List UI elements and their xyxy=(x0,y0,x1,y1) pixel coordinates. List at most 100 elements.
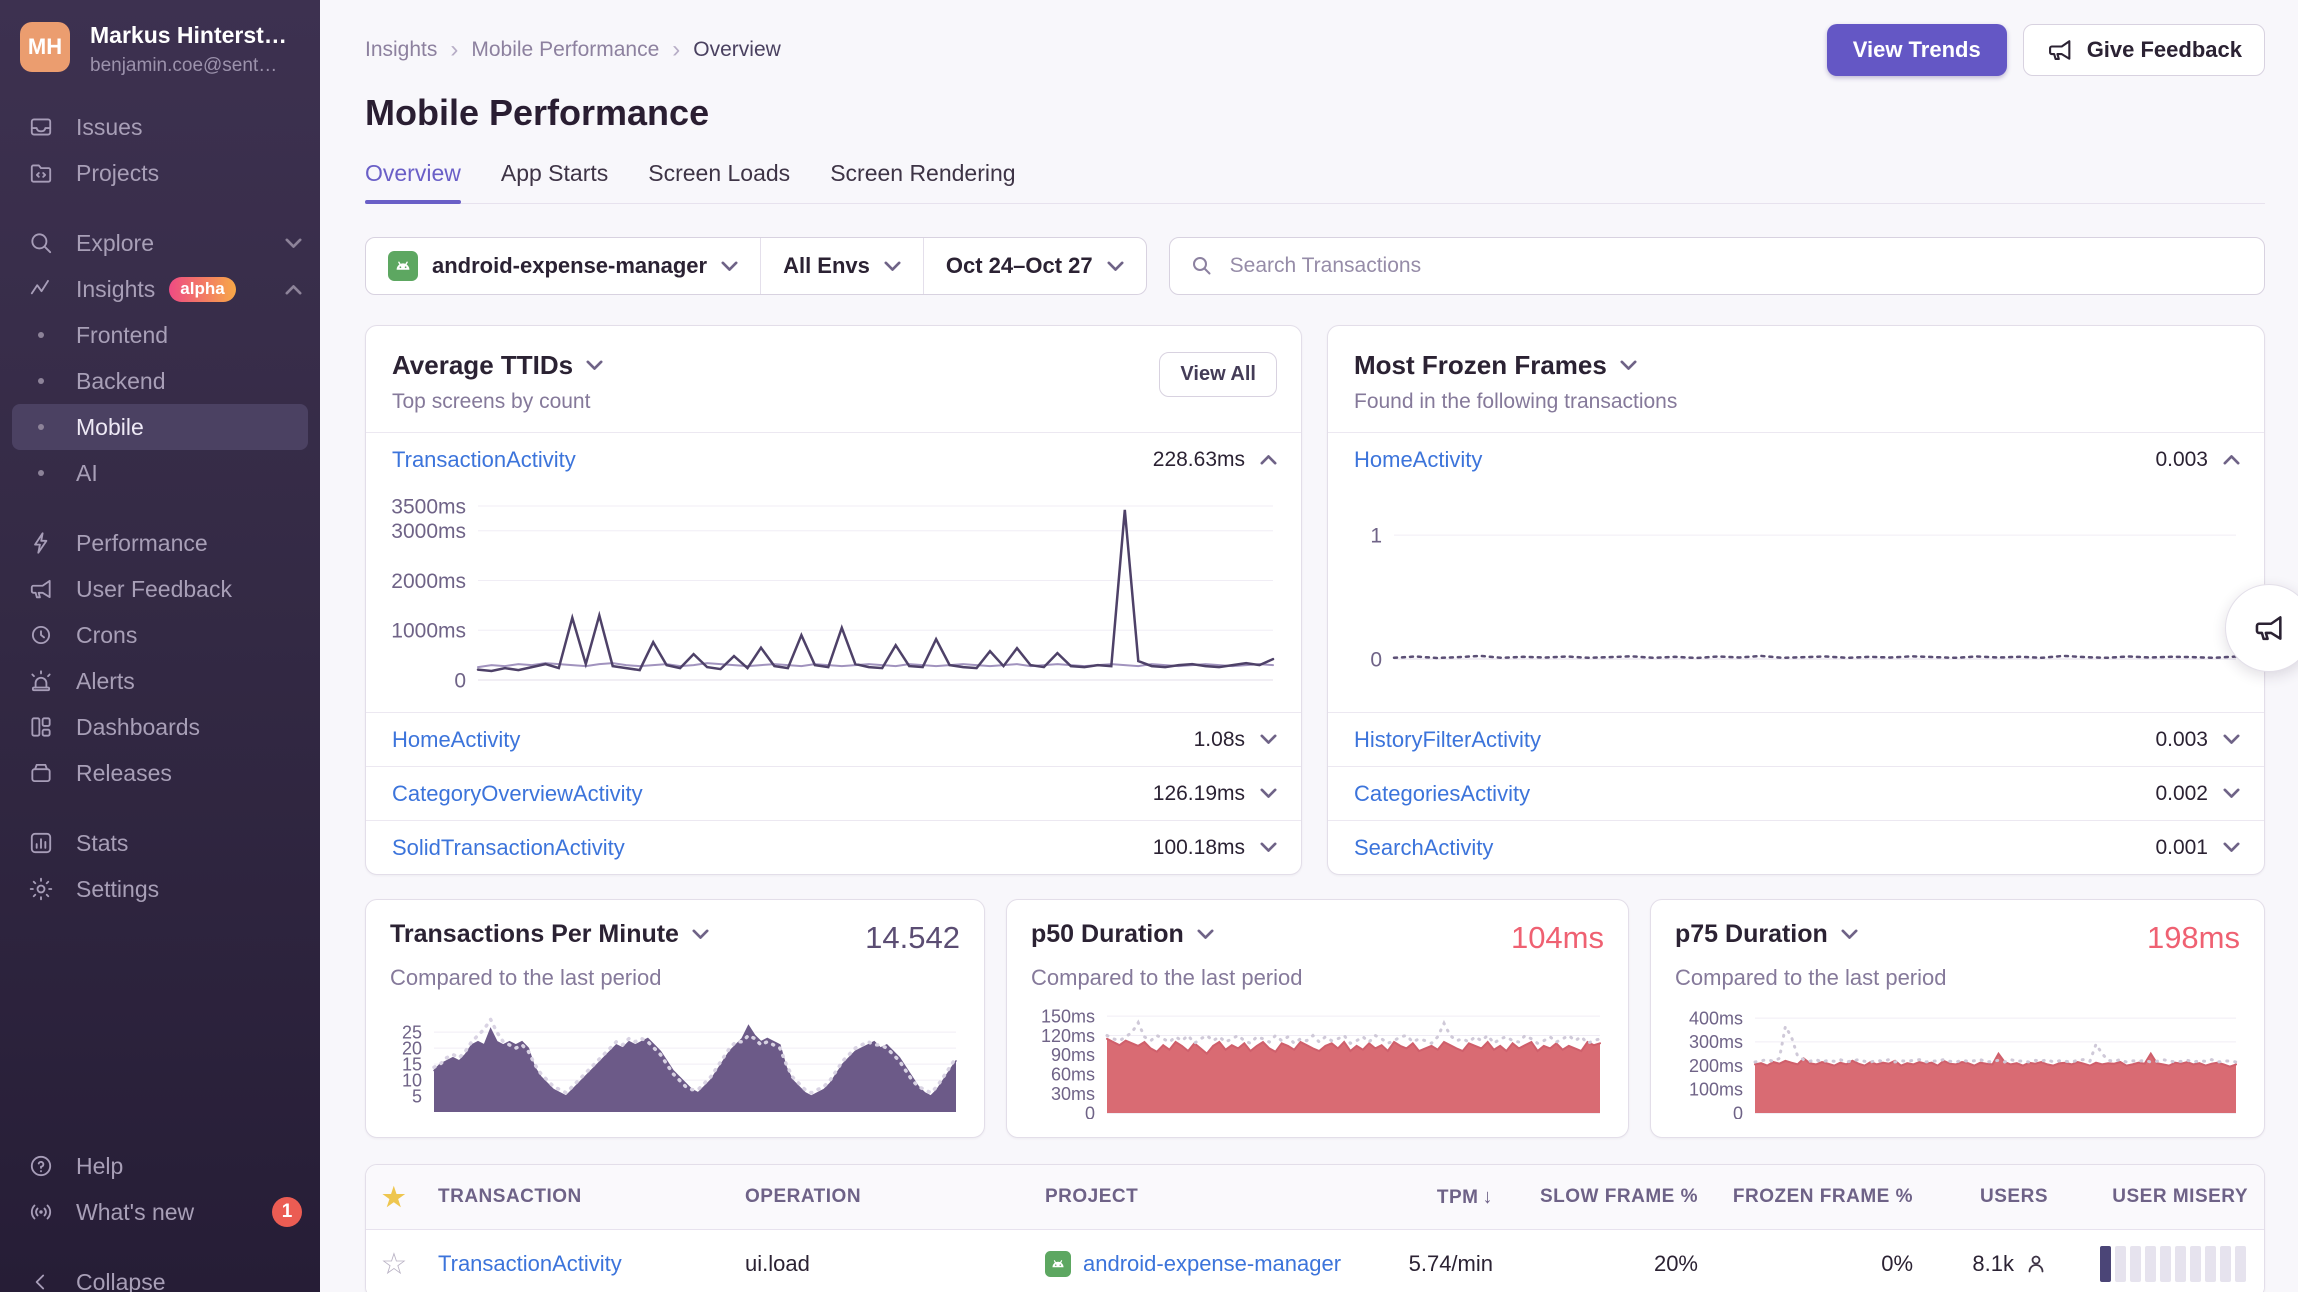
expand-row-chevron[interactable] xyxy=(2223,734,2240,745)
sidebar-item-label: Explore xyxy=(76,230,154,257)
sidebar-item-releases[interactable]: Releases xyxy=(0,750,320,796)
favorites-column-star-icon[interactable]: ★ xyxy=(382,1182,406,1212)
ttid-row: HomeActivity 1.08s xyxy=(366,712,1301,766)
collapse-row-chevron[interactable] xyxy=(1260,454,1277,465)
expand-row-chevron[interactable] xyxy=(2223,788,2240,799)
sidebar-item-explore[interactable]: Explore xyxy=(0,220,320,266)
column-slow-frame[interactable]: SLOW FRAME % xyxy=(1509,1186,1714,1208)
date-range-filter[interactable]: Oct 24–Oct 27 xyxy=(923,238,1146,294)
topbar: Insights › Mobile Performance › Overview… xyxy=(365,24,2265,76)
give-feedback-label: Give Feedback xyxy=(2087,37,2242,63)
breadcrumb-insights[interactable]: Insights xyxy=(365,38,437,62)
android-project-icon xyxy=(1045,1251,1071,1277)
sidebar-item-alerts[interactable]: Alerts xyxy=(0,658,320,704)
tab-screen-loads[interactable]: Screen Loads xyxy=(648,160,790,203)
favorite-star-icon[interactable]: ☆ xyxy=(381,1248,408,1281)
search-icon xyxy=(28,230,54,256)
project-link[interactable]: android-expense-manager xyxy=(1083,1251,1341,1277)
sidebar-item-crons[interactable]: Crons xyxy=(0,612,320,658)
sidebar-item-backend[interactable]: Backend xyxy=(0,358,320,404)
user-icon xyxy=(2024,1252,2048,1276)
tab-overview[interactable]: Overview xyxy=(365,160,461,203)
svg-text:2000ms: 2000ms xyxy=(392,570,466,593)
sidebar-item-label: Insights xyxy=(76,276,155,303)
sidebar-item-projects[interactable]: Projects xyxy=(0,150,320,196)
chevron-down-icon[interactable] xyxy=(1841,929,1858,940)
breadcrumb-separator: › xyxy=(672,38,680,62)
p50-title: p50 Duration xyxy=(1031,920,1184,949)
sort-desc-icon: ↓ xyxy=(1483,1186,1494,1208)
breadcrumb-mobile-performance[interactable]: Mobile Performance xyxy=(471,38,659,62)
view-all-button[interactable]: View All xyxy=(1159,352,1277,397)
average-ttids-subtitle: Top screens by count xyxy=(392,390,1277,414)
frozen-frame-cell: 0% xyxy=(1714,1251,1929,1277)
sidebar-item-settings[interactable]: Settings xyxy=(0,866,320,912)
sidebar-item-label: Stats xyxy=(76,830,128,857)
transaction-link[interactable]: SolidTransactionActivity xyxy=(392,835,625,861)
sidebar-item-mobile[interactable]: Mobile xyxy=(12,404,308,450)
sidebar-item-label: Projects xyxy=(76,160,159,187)
give-feedback-button[interactable]: Give Feedback xyxy=(2023,24,2265,76)
sidebar-item-stats[interactable]: Stats xyxy=(0,820,320,866)
environment-filter[interactable]: All Envs xyxy=(760,238,923,294)
expand-row-chevron[interactable] xyxy=(2223,842,2240,853)
sidebar-item-issues[interactable]: Issues xyxy=(0,104,320,150)
svg-text:120ms: 120ms xyxy=(1041,1026,1095,1046)
column-tpm[interactable]: TPM↓ xyxy=(1359,1186,1509,1209)
svg-text:1000ms: 1000ms xyxy=(392,620,466,643)
tab-app-starts[interactable]: App Starts xyxy=(501,160,608,203)
chevron-down-icon[interactable] xyxy=(1620,360,1637,371)
org-user-menu[interactable]: MH Markus Hinterst… benjamin.coe@sent… xyxy=(20,22,305,77)
transaction-link[interactable]: CategoriesActivity xyxy=(1354,781,1530,807)
tab-screen-rendering[interactable]: Screen Rendering xyxy=(830,160,1015,203)
transaction-link[interactable]: SearchActivity xyxy=(1354,835,1493,861)
column-project[interactable]: PROJECT xyxy=(1029,1186,1359,1208)
bar-chart-icon xyxy=(28,830,54,856)
project-filter[interactable]: android-expense-manager xyxy=(366,238,760,294)
sidebar-item-label: Frontend xyxy=(76,322,168,349)
sidebar-item-label: Crons xyxy=(76,622,137,649)
sidebar-item-dashboards[interactable]: Dashboards xyxy=(0,704,320,750)
transaction-link[interactable]: HistoryFilterActivity xyxy=(1354,727,1541,753)
collapse-row-chevron[interactable] xyxy=(2223,454,2240,465)
column-operation[interactable]: OPERATION xyxy=(729,1186,1029,1208)
search-input[interactable] xyxy=(1228,253,2244,279)
p75-value: 198ms xyxy=(2147,920,2240,956)
sidebar-collapse-button[interactable]: Collapse xyxy=(0,1259,320,1292)
frozen-value: 0.002 xyxy=(2155,782,2208,806)
p50-subtitle: Compared to the last period xyxy=(1031,965,1604,991)
transaction-link[interactable]: TransactionActivity xyxy=(438,1251,622,1276)
average-ttids-title: Average TTIDs xyxy=(392,350,573,381)
ttid-row: CategoryOverviewActivity 126.19ms xyxy=(366,766,1301,820)
chevron-down-icon[interactable] xyxy=(1197,929,1214,940)
transaction-link[interactable]: HomeActivity xyxy=(392,727,520,753)
expand-row-chevron[interactable] xyxy=(1260,734,1277,745)
bullet-icon xyxy=(28,414,54,440)
sidebar-item-ai[interactable]: AI xyxy=(0,450,320,496)
sidebar-item-performance[interactable]: Performance xyxy=(0,520,320,566)
svg-text:3000ms: 3000ms xyxy=(392,520,466,543)
chevron-down-icon[interactable] xyxy=(586,360,603,371)
archive-box-icon xyxy=(28,760,54,786)
sidebar-item-label: AI xyxy=(76,460,98,487)
sidebar-item-frontend[interactable]: Frontend xyxy=(0,312,320,358)
view-trends-button[interactable]: View Trends xyxy=(1827,24,2007,76)
sidebar-item-insights[interactable]: Insights alpha xyxy=(0,266,320,312)
column-transaction[interactable]: TRANSACTION xyxy=(422,1186,729,1208)
transaction-link[interactable]: TransactionActivity xyxy=(392,447,576,473)
column-frozen-frame[interactable]: FROZEN FRAME % xyxy=(1714,1186,1929,1208)
sidebar-item-user-feedback[interactable]: User Feedback xyxy=(0,566,320,612)
notification-badge: 1 xyxy=(272,1197,302,1227)
tpm-value: 14.542 xyxy=(865,920,960,956)
transaction-link[interactable]: HomeActivity xyxy=(1354,447,1482,473)
expand-row-chevron[interactable] xyxy=(1260,842,1277,853)
sidebar-item-whats-new[interactable]: What's new 1 xyxy=(0,1189,320,1235)
transaction-link[interactable]: CategoryOverviewActivity xyxy=(392,781,643,807)
environment-filter-value: All Envs xyxy=(783,253,870,279)
column-users[interactable]: USERS xyxy=(1929,1186,2064,1208)
expand-row-chevron[interactable] xyxy=(1260,788,1277,799)
sidebar-item-help[interactable]: Help xyxy=(0,1143,320,1189)
column-user-misery[interactable]: USER MISERY xyxy=(2064,1186,2264,1208)
ttid-row: SolidTransactionActivity 100.18ms xyxy=(366,820,1301,874)
chevron-down-icon[interactable] xyxy=(692,929,709,940)
